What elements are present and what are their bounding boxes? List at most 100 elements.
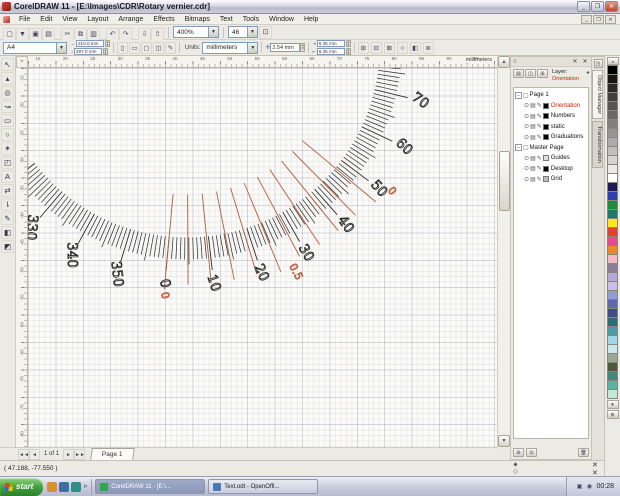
dynamic-guides-button[interactable]: ⊹ — [396, 41, 408, 54]
ellipse-tool[interactable]: ○ — [1, 128, 14, 141]
vertical-ruler[interactable]: -15 -20 -25 -30 -35 -40 -45 -50 -55 -60 -65 -70 -75 -… — [16, 68, 28, 447]
docker-close-icon[interactable]: ✕ — [581, 58, 589, 65]
paper-width-spinner[interactable]: ▴ ▾ — [105, 40, 110, 47]
eyedropper-tool[interactable]: ⇂ — [1, 198, 14, 211]
layer-color-swatch[interactable] — [542, 165, 549, 172]
docker-close-group-icon[interactable]: ✕ — [571, 58, 579, 65]
landscape-button[interactable]: ▭ — [129, 41, 140, 54]
layer-color-swatch[interactable] — [542, 134, 549, 141]
quick-launch-1-icon[interactable] — [47, 481, 58, 492]
scale-label-50[interactable]: 50 — [367, 176, 391, 200]
menu-item-layout[interactable]: Layout — [82, 16, 113, 23]
restore-button[interactable]: ❐ — [591, 1, 604, 12]
close-button[interactable]: ✕ — [605, 1, 618, 12]
zoom-tool[interactable]: ◎ — [1, 86, 14, 99]
minimize-button[interactable]: _ — [577, 1, 590, 12]
application-launcher-combo[interactable]: 46 ▼ — [228, 26, 258, 38]
drawing-canvas[interactable]: 330 340 350 0 10 20 30 40 50 60 70 0 0.5 0 — [28, 68, 497, 447]
duplicate-y-field[interactable]: 6.35 mm — [316, 48, 345, 55]
printer-icon[interactable]: ▤ — [530, 176, 536, 183]
layer-color-swatch[interactable] — [542, 113, 549, 120]
scale-label-70[interactable]: 70 — [408, 89, 432, 113]
units-combo[interactable]: millimeters ▼ — [202, 41, 259, 54]
visibility-eye-icon[interactable]: ⊙ — [524, 134, 529, 141]
scale-label-350[interactable]: 350 — [107, 260, 127, 288]
docker-collapse-icon[interactable]: ◳ — [593, 59, 603, 68]
paper-height-field[interactable]: 297.0 mm — [74, 48, 102, 55]
layer-manager-view-button[interactable]: ⊞ — [537, 69, 548, 78]
expand-icon[interactable]: − — [515, 91, 522, 99]
tree-node-page-1[interactable]: − ▢ Page 1 — [515, 90, 587, 101]
edit-pencil-icon[interactable]: ✎ — [537, 134, 542, 141]
visibility-eye-icon[interactable]: ⊙ — [524, 165, 529, 172]
duplicate-x-field[interactable]: 6.35 mm — [316, 40, 345, 47]
menu-item-help[interactable]: Help — [299, 16, 323, 23]
docker-grip[interactable]: ≡ — [513, 59, 517, 65]
layer-color-swatch[interactable] — [542, 102, 549, 109]
nudge-spinner[interactable]: ▴ ▾ — [300, 43, 306, 52]
doc-restore-button[interactable]: ❐ — [593, 14, 604, 24]
duplicate-x-spinner[interactable]: ▴ ▾ — [345, 40, 351, 47]
delete-layer-button[interactable]: 🗑 — [578, 448, 589, 457]
docker-flyout-icon[interactable]: ◂ — [586, 69, 589, 76]
layer-color-swatch[interactable] — [542, 155, 549, 162]
previous-page-button[interactable]: ◄ — [29, 448, 40, 460]
menu-item-window[interactable]: Window — [264, 16, 299, 23]
treat-as-filled-button[interactable]: ◧ — [409, 41, 421, 54]
polygon-tool[interactable]: ✶ — [1, 142, 14, 155]
corel-online-button[interactable]: ⊡ — [259, 25, 272, 39]
pick-tool[interactable]: ↖ — [1, 58, 14, 71]
visibility-eye-icon[interactable]: ⊙ — [524, 176, 529, 183]
start-button[interactable]: start — [0, 477, 44, 496]
layer-color-swatch[interactable] — [542, 176, 549, 183]
quick-launch-2-icon[interactable] — [59, 481, 70, 492]
edit-pencil-icon[interactable]: ✎ — [537, 102, 542, 109]
printer-icon[interactable]: ▤ — [530, 155, 536, 162]
nudge-field[interactable]: 2.54 mm — [270, 43, 301, 52]
freehand-tool[interactable]: ↝ — [1, 100, 14, 113]
doc-close-button[interactable]: ✕ — [605, 14, 616, 24]
visibility-eye-icon[interactable]: ⊙ — [524, 123, 529, 130]
page-tab[interactable]: Page 1 — [90, 448, 135, 460]
edit-pencil-icon[interactable]: ✎ — [537, 123, 542, 130]
layer-row-grid[interactable]: ⊙ ▤ ✎ Grid — [515, 174, 587, 185]
layer-color-swatch[interactable] — [542, 123, 549, 130]
layer-row-graduations[interactable]: ⊙ ▤ ✎ Graduations — [515, 132, 587, 143]
edit-pencil-icon[interactable]: ✎ — [537, 176, 542, 183]
docker-tab-transformation[interactable]: Transformation — [592, 121, 603, 168]
expand-icon[interactable]: − — [515, 144, 522, 152]
scale-label-340[interactable]: 340 — [63, 242, 80, 269]
portrait-button[interactable]: ▯ — [117, 41, 128, 54]
vernier-number-labels[interactable]: 00.50 — [158, 184, 399, 301]
palette-expand-button[interactable]: ⊞ — [606, 410, 619, 419]
snap-to-grid-button[interactable]: ⊞ — [357, 41, 369, 54]
ruler-origin[interactable]: ⌖ — [16, 56, 28, 68]
vernier-label-0.5[interactable]: 0.5 — [286, 261, 305, 282]
visibility-eye-icon[interactable]: ⊙ — [524, 155, 529, 162]
rotary-vernier-drawing[interactable]: 330340350 0 10 20304050607000.50 — [28, 68, 497, 447]
layer-row-orientation[interactable]: ⊙ ▤ ✎ Orientation — [515, 101, 587, 112]
scale-label-330[interactable]: 330 — [28, 213, 41, 241]
vernier-label-0[interactable]: 0 — [158, 291, 172, 301]
docker-tab-object-manager[interactable]: Object Manager — [592, 70, 603, 120]
new-master-layer-button[interactable]: ⊟ — [526, 448, 537, 457]
rectangle-tool[interactable]: ▭ — [1, 114, 14, 127]
set-default-current-page-button[interactable]: ◫ — [153, 41, 164, 54]
menu-item-bitmaps[interactable]: Bitmaps — [180, 16, 215, 23]
scale-label-0[interactable]: 0 — [156, 277, 174, 290]
menu-item-view[interactable]: View — [57, 16, 82, 23]
text-tool[interactable]: A — [1, 170, 14, 183]
interactive-blend-tool[interactable]: ⇄ — [1, 184, 14, 197]
menu-item-tools[interactable]: Tools — [238, 16, 264, 23]
last-page-button[interactable]: ►► — [74, 448, 86, 460]
interactive-fill-tool[interactable]: ◩ — [1, 240, 14, 253]
layer-row-guides[interactable]: ⊙ ▤ ✎ Guides — [515, 153, 587, 164]
palette-scroll-down-button[interactable]: ▼ — [606, 400, 619, 409]
menu-item-edit[interactable]: Edit — [35, 16, 57, 23]
menu-item-effects[interactable]: Effects — [148, 16, 179, 23]
printer-icon[interactable]: ▤ — [530, 165, 536, 172]
graduation-ticks[interactable] — [28, 68, 414, 271]
task-button-1[interactable]: Text.odt - OpenOffi... — [208, 479, 319, 494]
snap-to-objects-button[interactable]: ⊠ — [383, 41, 395, 54]
visibility-eye-icon[interactable]: ⊙ — [524, 102, 529, 109]
